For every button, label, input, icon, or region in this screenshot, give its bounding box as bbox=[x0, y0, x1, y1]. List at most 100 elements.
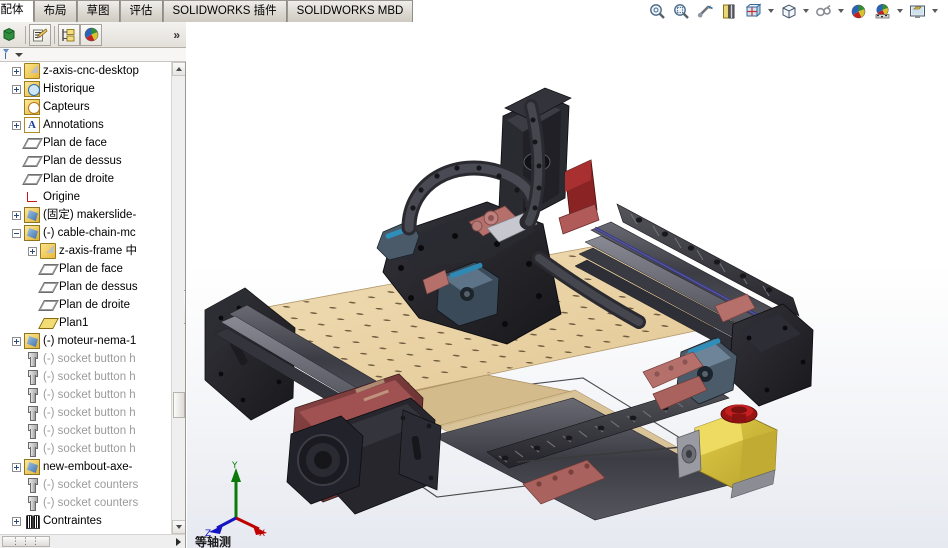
tree-item-sub-right-plane[interactable]: Plan de droite bbox=[0, 296, 171, 314]
tab-assembly[interactable]: 装配体 bbox=[0, 0, 34, 22]
tree-leaf-marker bbox=[28, 265, 37, 274]
tree-expander-plus-icon[interactable] bbox=[12, 462, 21, 472]
tree-item-z-axis-frame[interactable]: z-axis-frame 中 bbox=[0, 242, 171, 260]
filter-chevron-down-icon[interactable] bbox=[15, 52, 23, 57]
bolt-icon bbox=[24, 423, 40, 439]
tree-expander-plus-icon[interactable] bbox=[12, 66, 21, 76]
tree-vertical-scrollbar[interactable] bbox=[171, 62, 185, 534]
hide-show-items-icon[interactable] bbox=[811, 1, 835, 21]
tree-item-sensors[interactable]: Capteurs bbox=[0, 98, 171, 116]
scroll-right-arrow-icon[interactable] bbox=[171, 535, 185, 548]
view-settings-icon[interactable] bbox=[905, 1, 929, 21]
edit-appearance-icon[interactable] bbox=[846, 1, 870, 21]
tree-item-makerslide[interactable]: (固定) makerslide- bbox=[0, 206, 171, 224]
tree-item-sub-front-plane[interactable]: Plan de face bbox=[0, 260, 171, 278]
tree-item-socket-button-1[interactable]: (-) socket button h bbox=[0, 350, 171, 368]
tree-item-front-plane[interactable]: Plan de face bbox=[0, 134, 171, 152]
component-icon bbox=[24, 207, 40, 223]
tree-indent-guide bbox=[0, 278, 28, 296]
tree-item-label: Annotations bbox=[43, 119, 104, 131]
tree-indent-guide bbox=[0, 386, 12, 404]
view-settings-chevron-down-icon[interactable] bbox=[929, 1, 940, 21]
property-manager-icon[interactable] bbox=[29, 23, 51, 46]
tree-item-socket-button-6[interactable]: (-) socket button h bbox=[0, 440, 171, 458]
feature-manager-design-tree[interactable]: z-axis-cnc-desktop Historique Capteurs A Ann… bbox=[0, 62, 186, 534]
tree-item-label: (-) cable-chain-mc bbox=[43, 227, 136, 239]
tree-expander-plus-icon[interactable] bbox=[12, 516, 21, 526]
tree-item-right-plane[interactable]: Plan de droite bbox=[0, 170, 171, 188]
tree-indent-guide bbox=[0, 188, 12, 206]
view-orientation-icon[interactable] bbox=[741, 1, 765, 21]
tree-expander-minus-icon[interactable] bbox=[12, 228, 21, 238]
tree-item-history[interactable]: Historique bbox=[0, 80, 171, 98]
display-manager-icon[interactable] bbox=[80, 23, 102, 46]
tree-leaf-marker bbox=[12, 409, 21, 418]
tree-indent-guide bbox=[0, 62, 12, 80]
triad-x-label: X bbox=[259, 529, 265, 536]
tree-item-annotations[interactable]: A Annotations bbox=[0, 116, 171, 134]
tree-expander-plus-icon[interactable] bbox=[28, 246, 37, 256]
tree-item-socket-button-4[interactable]: (-) socket button h bbox=[0, 404, 171, 422]
tab-sketch[interactable]: 草图 bbox=[76, 0, 120, 22]
tree-item-origin[interactable]: Origine bbox=[0, 188, 171, 206]
tree-rows-container[interactable]: z-axis-cnc-desktop Historique Capteurs A Ann… bbox=[0, 62, 171, 534]
vertical-scroll-thumb[interactable] bbox=[173, 392, 185, 418]
tree-item-socket-button-2[interactable]: (-) socket button h bbox=[0, 368, 171, 386]
section-view-icon[interactable] bbox=[717, 1, 741, 21]
tree-item-socket-countersunk-1[interactable]: (-) socket counters bbox=[0, 476, 171, 494]
tree-item-mates[interactable]: Contraintes bbox=[0, 512, 171, 530]
tree-expander-plus-icon[interactable] bbox=[12, 210, 21, 220]
tree-horizontal-scrollbar[interactable]: ⋮⋮⋮ bbox=[0, 534, 186, 548]
apply-scene-chevron-down-icon[interactable] bbox=[894, 1, 905, 21]
tree-item-socket-button-3[interactable]: (-) socket button h bbox=[0, 386, 171, 404]
tree-item-label: z-axis-cnc-desktop bbox=[43, 65, 139, 77]
tree-item-label: Plan de face bbox=[59, 263, 123, 275]
tree-item-sub-top-plane[interactable]: Plan de dessus bbox=[0, 278, 171, 296]
feature-manager-icon[interactable] bbox=[0, 24, 22, 46]
tree-item-moteur-nema[interactable]: (-) moteur-nema-1 bbox=[0, 332, 171, 350]
tree-indent-guide bbox=[0, 458, 12, 476]
plane-icon bbox=[40, 279, 56, 295]
zoom-to-fit-icon[interactable] bbox=[645, 1, 669, 21]
scroll-down-arrow-icon[interactable] bbox=[172, 520, 185, 534]
zoom-to-area-icon[interactable] bbox=[669, 1, 693, 21]
tree-indent-guide bbox=[0, 494, 12, 512]
apply-scene-icon[interactable] bbox=[870, 1, 894, 21]
display-style-chevron-down-icon[interactable] bbox=[800, 1, 811, 21]
tree-item-plane1[interactable]: Plan1 bbox=[0, 314, 171, 332]
hide-show-items-chevron-down-icon[interactable] bbox=[835, 1, 846, 21]
panel-splitter-grip[interactable] bbox=[184, 290, 185, 324]
graphics-viewport[interactable]: Y X Z 等轴测 bbox=[187, 22, 948, 548]
horizontal-scroll-thumb[interactable]: ⋮⋮⋮ bbox=[2, 536, 50, 547]
tree-item-label: Plan de droite bbox=[59, 299, 130, 311]
plane-icon bbox=[24, 153, 40, 169]
view-orientation-chevron-down-icon[interactable] bbox=[765, 1, 776, 21]
tree-item-socket-countersunk-2[interactable]: (-) socket counters bbox=[0, 494, 171, 512]
component-icon bbox=[24, 459, 40, 475]
tree-indent-guide bbox=[0, 512, 12, 530]
tree-leaf-marker bbox=[12, 175, 21, 184]
tree-item-new-embout-axe[interactable]: new-embout-axe- bbox=[0, 458, 171, 476]
tree-expander-plus-icon[interactable] bbox=[12, 336, 21, 346]
toolbar-overflow-button[interactable]: » bbox=[173, 29, 180, 41]
tree-item-assembly-root[interactable]: z-axis-cnc-desktop bbox=[0, 62, 171, 80]
tree-leaf-marker bbox=[12, 499, 21, 508]
view-orientation-triad: Y X Z bbox=[201, 456, 271, 539]
tree-item-top-plane[interactable]: Plan de dessus bbox=[0, 152, 171, 170]
tree-item-socket-button-5[interactable]: (-) socket button h bbox=[0, 422, 171, 440]
tree-expander-plus-icon[interactable] bbox=[12, 120, 21, 130]
bolt-icon bbox=[24, 477, 40, 493]
origin-icon bbox=[24, 189, 40, 205]
tree-item-label: (-) moteur-nema-1 bbox=[43, 335, 137, 347]
previous-view-icon[interactable] bbox=[693, 1, 717, 21]
tab-layout[interactable]: 布局 bbox=[33, 0, 77, 22]
tree-leaf-marker bbox=[12, 355, 21, 364]
tree-item-cable-chain[interactable]: (-) cable-chain-mc bbox=[0, 224, 171, 242]
tree-item-label: (-) socket counters bbox=[43, 479, 139, 491]
tab-evaluate[interactable]: 评估 bbox=[119, 0, 163, 22]
scroll-up-arrow-icon[interactable] bbox=[172, 62, 185, 76]
configuration-manager-icon[interactable] bbox=[58, 23, 80, 46]
filter-flag-icon[interactable] bbox=[2, 49, 11, 60]
display-style-icon[interactable] bbox=[776, 1, 800, 21]
tree-expander-plus-icon[interactable] bbox=[12, 84, 21, 94]
